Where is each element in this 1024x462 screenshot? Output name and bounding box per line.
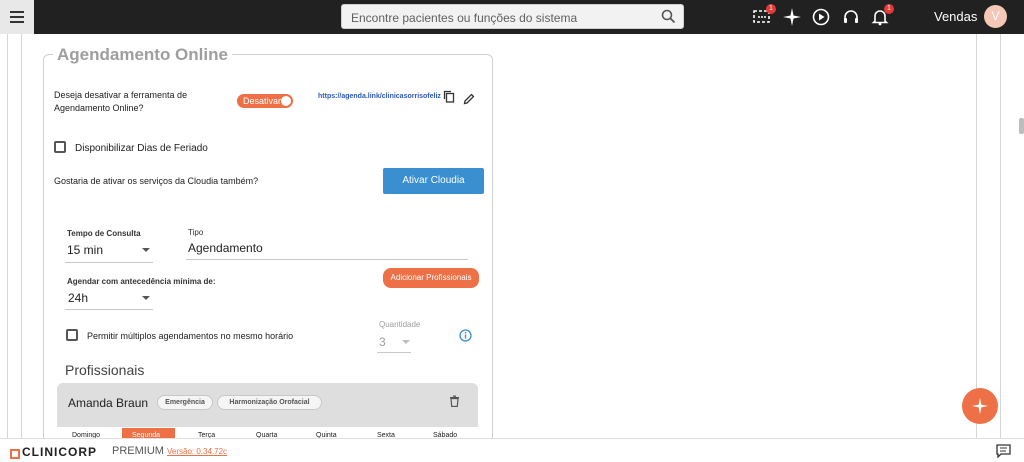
search-icon[interactable] xyxy=(661,9,676,29)
multiple-bookings-label: Permitir múltiplos agendamentos no mesmo… xyxy=(87,331,294,341)
consult-time-label: Tempo de Consulta xyxy=(67,229,141,238)
brand-name: CLINICORP xyxy=(22,445,97,459)
user-name[interactable]: Vendas xyxy=(934,9,977,24)
type-label: Tipo xyxy=(188,228,204,237)
advance-label: Agendar com antecedência mínima de: xyxy=(67,277,216,286)
support-headset-icon[interactable] xyxy=(840,6,862,28)
play-circle-icon[interactable] xyxy=(810,6,832,28)
sparkle-icon[interactable] xyxy=(781,6,803,28)
top-bar: Encontre pacientes ou funções do sistema… xyxy=(0,0,1024,34)
brand-logo-icon xyxy=(10,446,20,462)
copy-icon[interactable] xyxy=(443,90,455,108)
activate-cloudia-button[interactable]: Ativar Cloudia xyxy=(383,168,484,194)
version-link[interactable]: Versão: 0.34.72c xyxy=(167,447,227,456)
right-border-line xyxy=(1000,34,1001,438)
chevron-down-icon[interactable] xyxy=(142,248,150,252)
card-title: Agendamento Online xyxy=(53,45,232,65)
cloudia-question: Gostaria de ativar os serviços da Cloudi… xyxy=(54,176,259,186)
assistant-fab-button[interactable] xyxy=(962,388,998,424)
toggle-knob xyxy=(281,96,291,106)
professional-name: Amanda Braun xyxy=(68,396,149,410)
chevron-down-icon[interactable] xyxy=(142,296,150,300)
search-input[interactable]: Encontre pacientes ou funções do sistema xyxy=(341,4,684,29)
chevron-down-icon[interactable] xyxy=(402,340,410,344)
quantity-select[interactable]: 3 xyxy=(379,335,386,349)
footer: CLINICORP PREMIUM Versão: 0.34.72c xyxy=(0,438,1024,462)
multiple-bookings-checkbox[interactable] xyxy=(66,329,78,341)
trash-icon[interactable] xyxy=(449,394,460,412)
tasks-badge: 1 xyxy=(766,4,776,14)
holidays-checkbox[interactable] xyxy=(54,141,66,153)
toggle-label: Desativar xyxy=(243,96,282,106)
tag-chip: Emergência xyxy=(157,395,213,410)
consult-time-underline xyxy=(65,262,153,263)
edit-pencil-icon[interactable] xyxy=(463,92,475,110)
quantity-label: Quantidade xyxy=(379,320,421,329)
tag-chip: Harmonização Orofacial xyxy=(217,395,322,410)
quantity-underline xyxy=(377,352,411,353)
search-placeholder: Encontre pacientes ou funções do sistema xyxy=(351,11,578,25)
menu-icon[interactable] xyxy=(0,0,34,34)
deactivate-toggle[interactable]: Desativar xyxy=(237,94,293,108)
avatar[interactable]: V xyxy=(984,5,1007,28)
scheduling-link[interactable]: https://agenda.link/clinicasorrisofeliz xyxy=(318,93,441,100)
deactivate-question: Deseja desativar a ferramenta de Agendam… xyxy=(54,90,188,113)
holidays-label: Disponibilizar Dias de Feriado xyxy=(75,143,208,154)
sparkle-icon xyxy=(971,397,989,415)
type-underline xyxy=(186,259,468,260)
notification-badge: 1 xyxy=(884,4,894,14)
left-border-line xyxy=(21,34,22,438)
scrollbar-thumb[interactable] xyxy=(1019,118,1024,134)
tasks-icon[interactable]: 1 xyxy=(751,4,776,28)
info-icon[interactable] xyxy=(459,329,472,347)
left-border-line xyxy=(7,34,8,438)
consult-time-select[interactable]: 15 min xyxy=(67,243,103,257)
chat-icon[interactable] xyxy=(996,444,1011,462)
advance-select[interactable]: 24h xyxy=(68,291,88,305)
advance-underline xyxy=(65,309,153,310)
professionals-title: Profissionais xyxy=(65,362,145,378)
bell-icon[interactable]: 1 xyxy=(869,4,894,28)
add-professionals-button[interactable]: Adicionar Profissionais xyxy=(383,268,479,288)
plan-label: PREMIUM xyxy=(112,445,164,457)
type-input[interactable]: Agendamento xyxy=(188,241,263,255)
right-border-line xyxy=(976,34,977,438)
